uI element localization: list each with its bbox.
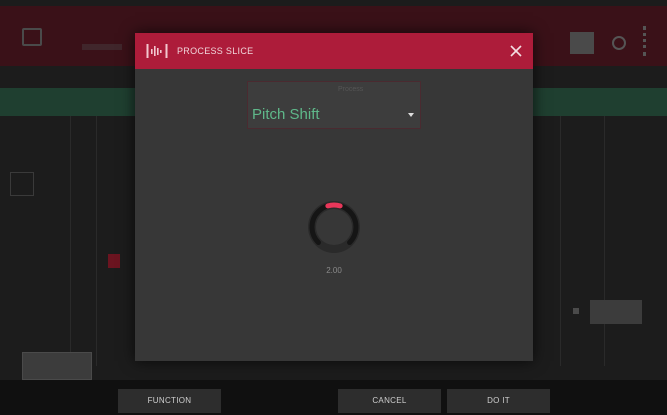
background-button <box>590 300 642 324</box>
background-lane <box>560 116 561 366</box>
dialog-title: PROCESS SLICE <box>177 46 254 56</box>
waveform-slice-icon <box>146 44 168 58</box>
do-it-button[interactable]: DO IT <box>447 389 550 413</box>
background-title <box>82 44 122 50</box>
background-menu-icon <box>22 28 42 46</box>
background-more-icon <box>643 26 650 56</box>
background-button <box>22 352 92 380</box>
background-gear-icon <box>612 36 626 50</box>
dialog-header: PROCESS SLICE <box>135 33 533 69</box>
close-icon[interactable] <box>507 42 525 60</box>
process-select-caption: Process <box>338 86 364 93</box>
knob-value: 2.00 <box>326 266 342 275</box>
background-button <box>570 32 594 54</box>
process-select[interactable]: Process Pitch Shift <box>247 81 421 129</box>
caret-down-icon <box>408 113 414 117</box>
pitch-knob[interactable] <box>303 196 365 258</box>
cancel-button[interactable]: CANCEL <box>338 389 441 413</box>
bottom-bar <box>0 380 667 415</box>
function-button[interactable]: FUNCTION <box>118 389 221 413</box>
process-select-value: Pitch Shift <box>252 106 320 123</box>
background-lane <box>96 116 97 366</box>
background-lane <box>70 116 71 366</box>
process-slice-dialog: PROCESS SLICE Process Pitch Shift 2.00 <box>135 33 533 361</box>
background-lane <box>604 116 605 366</box>
background-marker <box>108 254 120 268</box>
background-box <box>10 172 34 196</box>
background-marker <box>573 308 579 314</box>
